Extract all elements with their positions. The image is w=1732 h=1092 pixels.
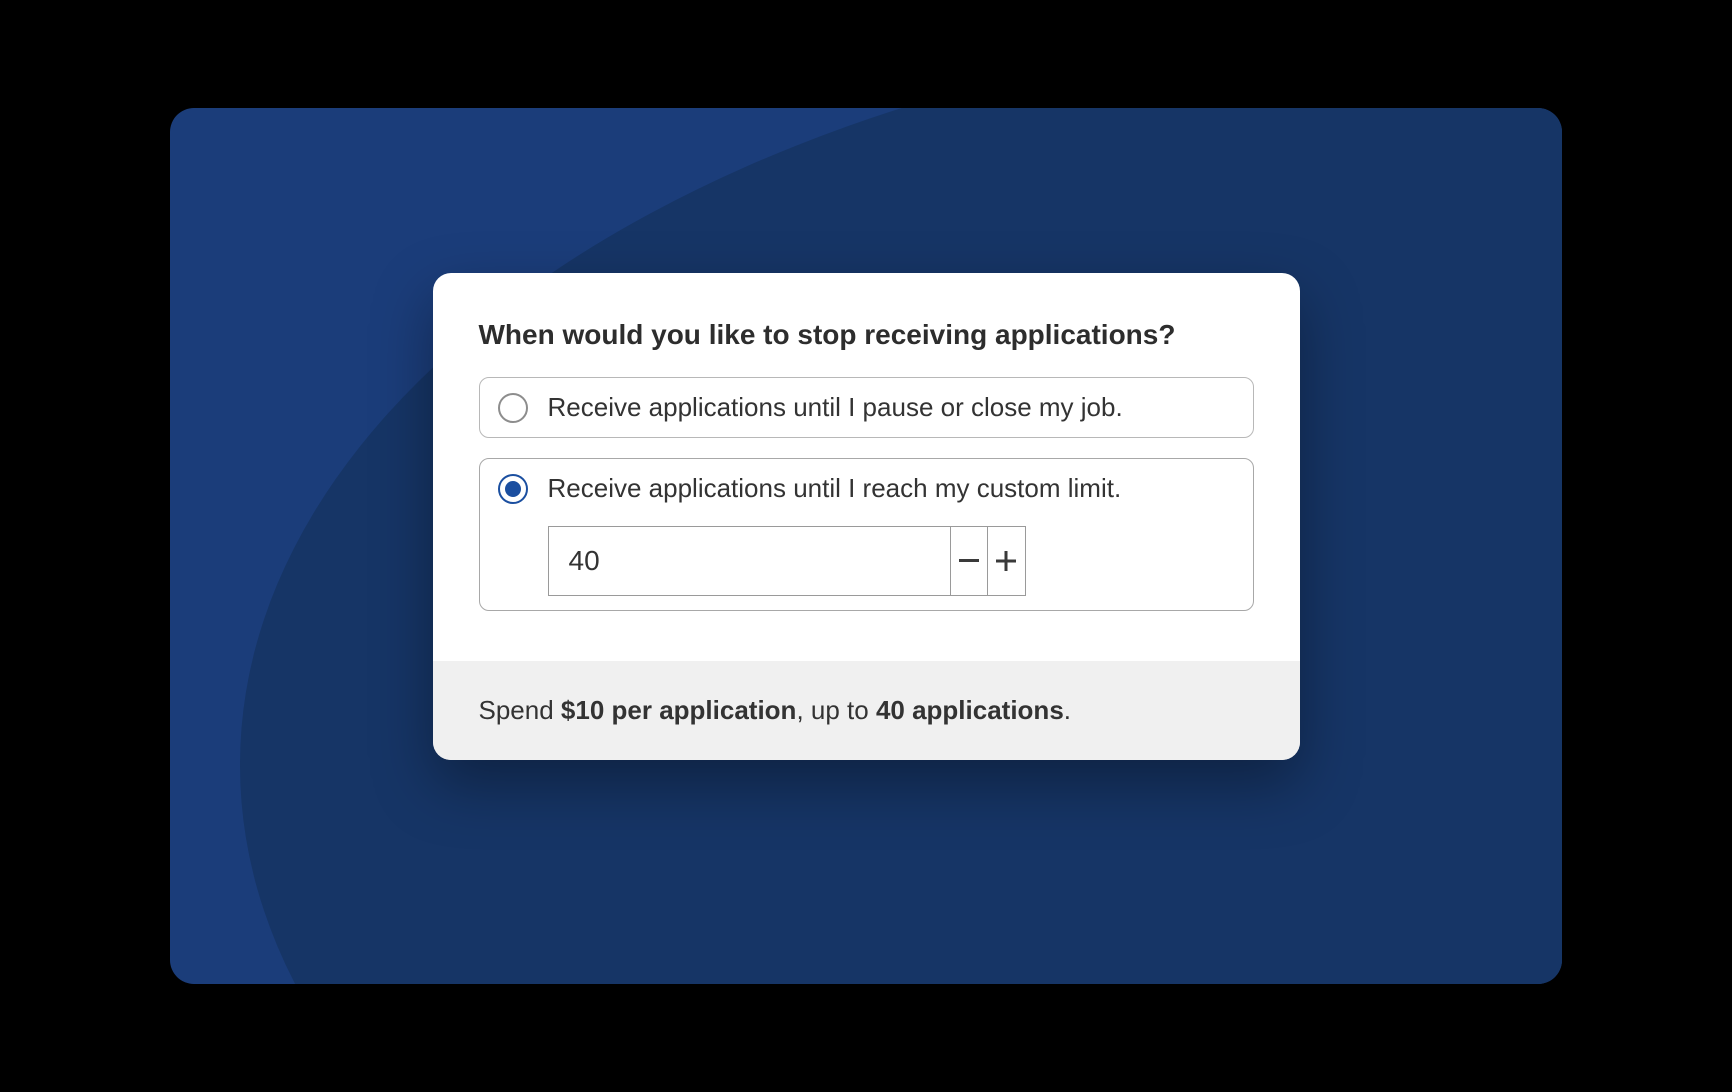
radio-row: Receive applications until I pause or cl… xyxy=(498,392,1235,423)
radio-option-custom-limit[interactable]: Receive applications until I reach my cu… xyxy=(479,458,1254,611)
radio-icon xyxy=(498,393,528,423)
summary-middle: , up to xyxy=(796,695,876,725)
decrement-button[interactable] xyxy=(950,526,988,596)
card-body: When would you like to stop receiving ap… xyxy=(433,273,1300,661)
summary-suffix: . xyxy=(1064,695,1071,725)
summary-limit: 40 applications xyxy=(876,695,1064,725)
limit-input[interactable] xyxy=(548,526,950,596)
summary-price: $10 per application xyxy=(561,695,797,725)
radio-icon xyxy=(498,474,528,504)
radio-label-custom-limit: Receive applications until I reach my cu… xyxy=(548,473,1122,504)
background-panel: When would you like to stop receiving ap… xyxy=(170,108,1562,984)
radio-option-pause-close[interactable]: Receive applications until I pause or cl… xyxy=(479,377,1254,438)
increment-button[interactable] xyxy=(987,526,1025,596)
spend-summary: Spend $10 per application, up to 40 appl… xyxy=(433,661,1300,760)
summary-prefix: Spend xyxy=(479,695,561,725)
limit-stepper xyxy=(548,526,1026,596)
minus-icon xyxy=(959,559,979,563)
application-limit-card: When would you like to stop receiving ap… xyxy=(433,273,1300,760)
radio-dot-icon xyxy=(505,481,521,497)
card-title: When would you like to stop receiving ap… xyxy=(479,319,1254,351)
radio-label-pause-close: Receive applications until I pause or cl… xyxy=(548,392,1123,423)
plus-icon xyxy=(996,551,1016,571)
radio-row: Receive applications until I reach my cu… xyxy=(498,473,1235,504)
